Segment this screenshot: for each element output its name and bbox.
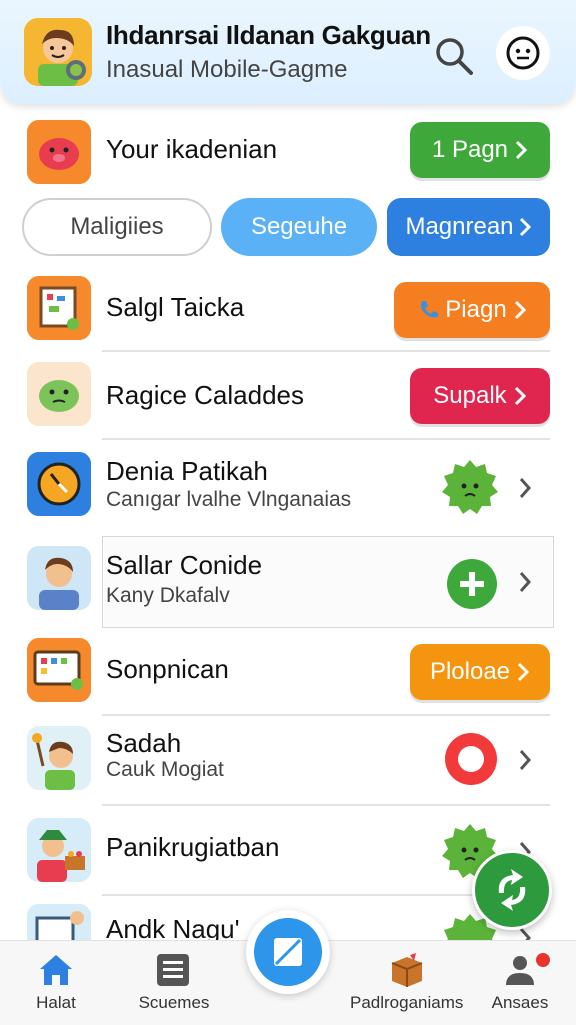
divider	[102, 714, 550, 716]
list-icon	[157, 954, 189, 986]
chip-label: Magnrean	[405, 213, 514, 240]
compose-fab-inner	[254, 918, 322, 986]
board-icon	[27, 276, 91, 340]
nav-home-label: Halat	[36, 993, 76, 1012]
progress-label: Your ikadenian	[106, 134, 278, 164]
compose-fab[interactable]	[246, 910, 330, 994]
item-subtitle: Kany Dkafalv	[106, 584, 230, 607]
nav-home[interactable]: Halat	[14, 941, 98, 1025]
nav-schemes[interactable]: Scuemes	[128, 941, 220, 1025]
nav-programs[interactable]: Padlroganiams	[350, 941, 464, 1025]
profile-button[interactable]	[496, 26, 550, 80]
divider	[102, 438, 550, 440]
refresh-fab[interactable]	[472, 850, 552, 930]
list-item[interactable]: Sadah Cauk Mogiat	[0, 720, 576, 804]
progress-row: Your ikadenian 1 Pagn	[0, 118, 576, 188]
item-action-label: Supalk	[433, 382, 507, 409]
list-item[interactable]: Denia Patikah Canıgar lvalhe Vlnganaias	[0, 446, 576, 530]
pig-icon	[27, 120, 91, 184]
list-item[interactable]: Salgl Taicka Piagn	[0, 270, 576, 350]
item-action-button[interactable]: Ploloae	[410, 644, 550, 700]
refresh-icon	[498, 869, 526, 911]
tablet-icon	[27, 638, 91, 702]
record-icon[interactable]	[444, 732, 498, 786]
item-name: Andk Nagu'	[106, 914, 240, 940]
chevron-right-icon	[519, 217, 531, 237]
home-icon	[40, 955, 72, 985]
people-icon	[506, 956, 534, 985]
smiley-face-icon	[506, 36, 540, 70]
notification-badge	[534, 951, 552, 969]
chevron-right-icon	[515, 140, 528, 160]
list-item[interactable]: Sallar Conide Kany Dkafalv	[0, 536, 576, 626]
app-subtitle: Inasual Mobile-Gagme	[106, 56, 348, 83]
item-name: Panikrugiatban	[106, 832, 280, 862]
item-name: Salgl Taicka	[106, 292, 245, 322]
item-name: Sadah	[106, 728, 182, 758]
box-icon	[391, 953, 423, 987]
item-action-button[interactable]: Supalk	[410, 368, 550, 424]
chip-label: Segeuhe	[250, 213, 348, 240]
app-title: Ihdanrsai Ildanan Gakguan	[106, 20, 431, 50]
item-name: Sonpnican	[106, 654, 229, 684]
item-name: Sallar Conide	[106, 550, 263, 580]
chip-filter-1[interactable]: Maligiies	[22, 198, 212, 256]
list-item[interactable]: Sonpnican Ploloae	[0, 634, 576, 714]
chart-board-icon	[27, 904, 91, 940]
app-header: Ihdanrsai Ildanan Gakguan Inasual Mobile…	[0, 0, 576, 104]
chip-filter-2[interactable]: Segeuhe	[221, 198, 377, 256]
chip-label: Maligiies	[70, 213, 164, 240]
green-badge-icon	[442, 460, 498, 514]
page-button[interactable]: 1 Pagn	[410, 122, 550, 178]
chevron-right-icon[interactable]	[518, 748, 532, 772]
boy-torch-icon	[27, 726, 91, 790]
chevron-right-icon	[517, 662, 530, 682]
item-name: Ragice Caladdes	[106, 380, 305, 410]
green-creature-icon	[27, 362, 91, 426]
item-name: Denia Patikah	[106, 456, 268, 486]
divider	[102, 350, 550, 352]
man-avatar-icon	[27, 546, 91, 610]
item-action-label: Piagn	[445, 296, 507, 323]
clock-icon	[27, 452, 91, 516]
boy-avatar-icon	[24, 18, 92, 86]
item-subtitle: Cauk Mogiat	[106, 758, 224, 781]
nav-programs-label: Padlroganiams	[350, 993, 464, 1012]
chevron-right-icon	[514, 300, 526, 320]
divider	[102, 804, 550, 806]
item-action-label: Ploloae	[429, 658, 511, 685]
nav-answers[interactable]: Ansaes	[482, 941, 558, 1025]
item-action-button[interactable]: Piagn	[394, 282, 550, 338]
chip-filter-3[interactable]: Magnrean	[387, 198, 550, 256]
chevron-right-icon	[514, 386, 526, 406]
edit-icon	[274, 938, 302, 966]
list-item[interactable]: Ragice Caladdes Supalk	[0, 358, 576, 438]
add-icon[interactable]	[446, 558, 498, 610]
nav-answers-label: Ansaes	[491, 993, 549, 1012]
page-button-label: 1 Pagn	[431, 136, 509, 163]
chevron-right-icon[interactable]	[518, 476, 532, 500]
search-icon[interactable]	[432, 34, 476, 78]
user-avatar[interactable]	[24, 18, 92, 86]
phone-icon	[421, 301, 439, 318]
chevron-right-icon[interactable]	[518, 570, 532, 594]
item-subtitle: Canıgar lvalhe Vlnganaias	[106, 488, 352, 511]
nav-schemes-label: Scuemes	[138, 993, 210, 1012]
vendor-icon	[27, 818, 91, 882]
